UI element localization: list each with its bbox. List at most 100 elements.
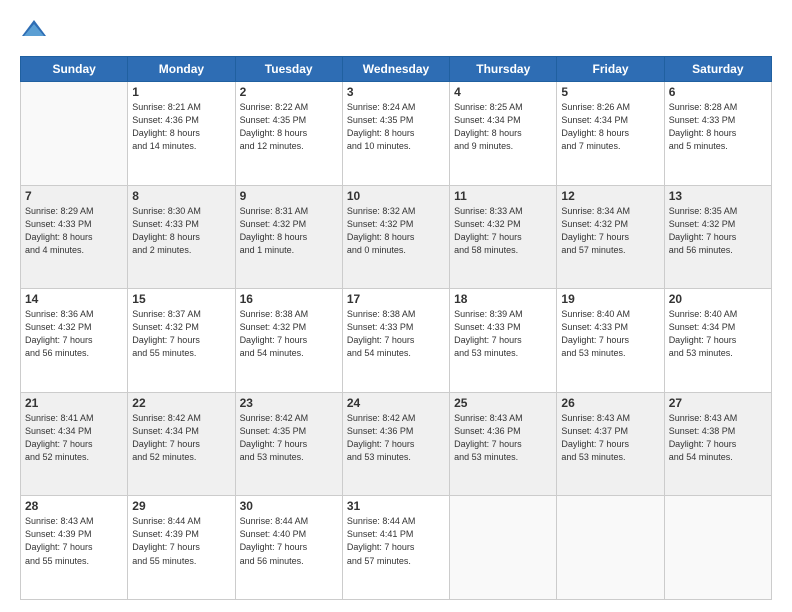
day-number: 6 bbox=[669, 85, 767, 99]
calendar-cell: 30 Sunrise: 8:44 AMSunset: 4:40 PMDayligh… bbox=[235, 496, 342, 600]
calendar-cell: 1 Sunrise: 8:21 AMSunset: 4:36 PMDaylight… bbox=[128, 82, 235, 186]
calendar-cell: 9Sunrise: 8:31 AMSunset: 4:32 PMDaylight… bbox=[235, 185, 342, 289]
calendar-cell: 22 Sunrise: 8:42 AMSunset: 4:34 PMDayligh… bbox=[128, 392, 235, 496]
day-info: Sunrise: 8:44 AMSunset: 4:39 PMDaylight:… bbox=[132, 515, 230, 567]
day-info: Sunrise: 8:34 AMSunset: 4:32 PMDaylight:… bbox=[561, 205, 659, 257]
day-info: Sunrise: 8:44 AMSunset: 4:41 PMDaylight:… bbox=[347, 515, 445, 567]
day-number: 1 bbox=[132, 85, 230, 99]
day-number: 22 bbox=[132, 396, 230, 410]
day-number: 3 bbox=[347, 85, 445, 99]
calendar-cell: 29 Sunrise: 8:44 AMSunset: 4:39 PMDayligh… bbox=[128, 496, 235, 600]
day-info: Sunrise: 8:42 AMSunset: 4:35 PMDaylight:… bbox=[240, 412, 338, 464]
logo bbox=[20, 18, 52, 46]
calendar-cell: 24 Sunrise: 8:42 AMSunset: 4:36 PMDayligh… bbox=[342, 392, 449, 496]
calendar-week-5: 28 Sunrise: 8:43 AMSunset: 4:39 PMDayligh… bbox=[21, 496, 772, 600]
calendar-cell: 11 Sunrise: 8:33 AMSunset: 4:32 PMDayligh… bbox=[450, 185, 557, 289]
calendar-cell: 16 Sunrise: 8:38 AMSunset: 4:32 PMDayligh… bbox=[235, 289, 342, 393]
day-number: 25 bbox=[454, 396, 552, 410]
calendar-cell: 17 Sunrise: 8:38 AMSunset: 4:33 PMDayligh… bbox=[342, 289, 449, 393]
day-info: Sunrise: 8:35 AMSunset: 4:32 PMDaylight:… bbox=[669, 205, 767, 257]
day-number: 4 bbox=[454, 85, 552, 99]
day-number: 21 bbox=[25, 396, 123, 410]
calendar-header-monday: Monday bbox=[128, 57, 235, 82]
calendar-header-saturday: Saturday bbox=[664, 57, 771, 82]
calendar-cell bbox=[450, 496, 557, 600]
calendar-cell: 4 Sunrise: 8:25 AMSunset: 4:34 PMDaylight… bbox=[450, 82, 557, 186]
day-number: 12 bbox=[561, 189, 659, 203]
calendar-cell: 25Sunrise: 8:43 AMSunset: 4:36 PMDayligh… bbox=[450, 392, 557, 496]
day-info: Sunrise: 8:25 AMSunset: 4:34 PMDaylight:… bbox=[454, 101, 552, 153]
day-info: Sunrise: 8:40 AMSunset: 4:34 PMDaylight:… bbox=[669, 308, 767, 360]
day-info: Sunrise: 8:43 AMSunset: 4:38 PMDaylight:… bbox=[669, 412, 767, 464]
day-info: Sunrise: 8:32 AMSunset: 4:32 PMDaylight:… bbox=[347, 205, 445, 257]
calendar-cell: 8 Sunrise: 8:30 AMSunset: 4:33 PMDaylight… bbox=[128, 185, 235, 289]
calendar-cell bbox=[557, 496, 664, 600]
calendar-cell: 19 Sunrise: 8:40 AMSunset: 4:33 PMDayligh… bbox=[557, 289, 664, 393]
day-info: Sunrise: 8:38 AMSunset: 4:33 PMDaylight:… bbox=[347, 308, 445, 360]
calendar-cell: 13 Sunrise: 8:35 AMSunset: 4:32 PMDayligh… bbox=[664, 185, 771, 289]
day-number: 30 bbox=[240, 499, 338, 513]
day-info: Sunrise: 8:44 AMSunset: 4:40 PMDaylight:… bbox=[240, 515, 338, 567]
calendar-header-sunday: Sunday bbox=[21, 57, 128, 82]
day-number: 5 bbox=[561, 85, 659, 99]
calendar-week-3: 14 Sunrise: 8:36 AMSunset: 4:32 PMDayligh… bbox=[21, 289, 772, 393]
calendar-header-thursday: Thursday bbox=[450, 57, 557, 82]
calendar-header-wednesday: Wednesday bbox=[342, 57, 449, 82]
calendar-header-tuesday: Tuesday bbox=[235, 57, 342, 82]
day-info: Sunrise: 8:42 AMSunset: 4:34 PMDaylight:… bbox=[132, 412, 230, 464]
day-number: 20 bbox=[669, 292, 767, 306]
calendar-cell: 3 Sunrise: 8:24 AMSunset: 4:35 PMDaylight… bbox=[342, 82, 449, 186]
day-number: 28 bbox=[25, 499, 123, 513]
day-info: Sunrise: 8:39 AMSunset: 4:33 PMDaylight:… bbox=[454, 308, 552, 360]
calendar-cell bbox=[664, 496, 771, 600]
day-number: 11 bbox=[454, 189, 552, 203]
day-info: Sunrise: 8:36 AMSunset: 4:32 PMDaylight:… bbox=[25, 308, 123, 360]
calendar-cell: 28 Sunrise: 8:43 AMSunset: 4:39 PMDayligh… bbox=[21, 496, 128, 600]
calendar-header-row: SundayMondayTuesdayWednesdayThursdayFrid… bbox=[21, 57, 772, 82]
day-info: Sunrise: 8:43 AMSunset: 4:37 PMDaylight:… bbox=[561, 412, 659, 464]
day-info: Sunrise: 8:30 AMSunset: 4:33 PMDaylight:… bbox=[132, 205, 230, 257]
day-number: 15 bbox=[132, 292, 230, 306]
day-info: Sunrise: 8:24 AMSunset: 4:35 PMDaylight:… bbox=[347, 101, 445, 153]
logo-icon bbox=[20, 18, 48, 46]
day-info: Sunrise: 8:21 AMSunset: 4:36 PMDaylight:… bbox=[132, 101, 230, 153]
calendar-week-1: 1 Sunrise: 8:21 AMSunset: 4:36 PMDaylight… bbox=[21, 82, 772, 186]
day-info: Sunrise: 8:40 AMSunset: 4:33 PMDaylight:… bbox=[561, 308, 659, 360]
day-info: Sunrise: 8:38 AMSunset: 4:32 PMDaylight:… bbox=[240, 308, 338, 360]
day-number: 13 bbox=[669, 189, 767, 203]
day-number: 17 bbox=[347, 292, 445, 306]
calendar-cell: 5 Sunrise: 8:26 AMSunset: 4:34 PMDaylight… bbox=[557, 82, 664, 186]
day-number: 19 bbox=[561, 292, 659, 306]
day-number: 31 bbox=[347, 499, 445, 513]
day-info: Sunrise: 8:42 AMSunset: 4:36 PMDaylight:… bbox=[347, 412, 445, 464]
calendar-cell: 20 Sunrise: 8:40 AMSunset: 4:34 PMDayligh… bbox=[664, 289, 771, 393]
calendar-cell: 12 Sunrise: 8:34 AMSunset: 4:32 PMDayligh… bbox=[557, 185, 664, 289]
day-number: 8 bbox=[132, 189, 230, 203]
day-number: 18 bbox=[454, 292, 552, 306]
day-number: 10 bbox=[347, 189, 445, 203]
day-number: 2 bbox=[240, 85, 338, 99]
calendar-week-2: 7 Sunrise: 8:29 AMSunset: 4:33 PMDaylight… bbox=[21, 185, 772, 289]
day-number: 7 bbox=[25, 189, 123, 203]
calendar-cell: 21Sunrise: 8:41 AMSunset: 4:34 PMDayligh… bbox=[21, 392, 128, 496]
day-number: 14 bbox=[25, 292, 123, 306]
day-number: 9 bbox=[240, 189, 338, 203]
day-info: Sunrise: 8:26 AMSunset: 4:34 PMDaylight:… bbox=[561, 101, 659, 153]
calendar-cell: 6Sunrise: 8:28 AMSunset: 4:33 PMDaylight… bbox=[664, 82, 771, 186]
day-number: 24 bbox=[347, 396, 445, 410]
day-number: 16 bbox=[240, 292, 338, 306]
day-info: Sunrise: 8:43 AMSunset: 4:39 PMDaylight:… bbox=[25, 515, 123, 567]
header bbox=[20, 18, 772, 46]
day-info: Sunrise: 8:37 AMSunset: 4:32 PMDaylight:… bbox=[132, 308, 230, 360]
day-number: 26 bbox=[561, 396, 659, 410]
day-info: Sunrise: 8:29 AMSunset: 4:33 PMDaylight:… bbox=[25, 205, 123, 257]
calendar-cell: 26 Sunrise: 8:43 AMSunset: 4:37 PMDayligh… bbox=[557, 392, 664, 496]
calendar-week-4: 21Sunrise: 8:41 AMSunset: 4:34 PMDayligh… bbox=[21, 392, 772, 496]
calendar-cell: 27Sunrise: 8:43 AMSunset: 4:38 PMDayligh… bbox=[664, 392, 771, 496]
day-number: 29 bbox=[132, 499, 230, 513]
day-info: Sunrise: 8:22 AMSunset: 4:35 PMDaylight:… bbox=[240, 101, 338, 153]
calendar-cell: 18 Sunrise: 8:39 AMSunset: 4:33 PMDayligh… bbox=[450, 289, 557, 393]
page: SundayMondayTuesdayWednesdayThursdayFrid… bbox=[0, 0, 792, 612]
calendar-table: SundayMondayTuesdayWednesdayThursdayFrid… bbox=[20, 56, 772, 600]
day-info: Sunrise: 8:33 AMSunset: 4:32 PMDaylight:… bbox=[454, 205, 552, 257]
